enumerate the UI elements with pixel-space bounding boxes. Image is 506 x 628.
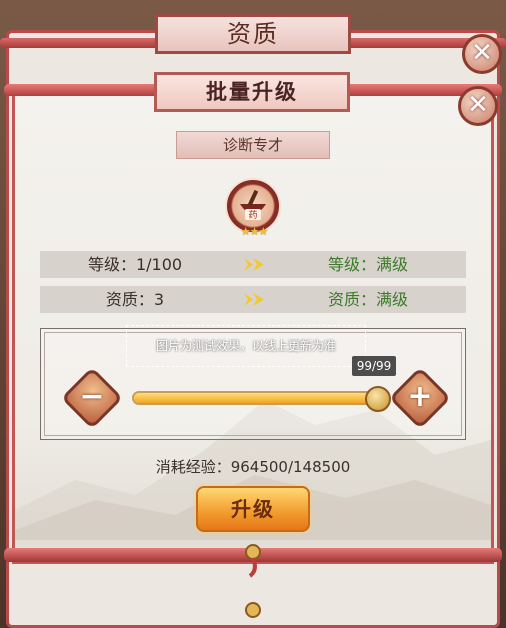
double-arrow-right-icon bbox=[244, 258, 264, 271]
double-arrow-right-icon bbox=[244, 293, 264, 306]
quality-current: 资质：3 bbox=[105, 290, 165, 309]
close-button[interactable]: ✕ bbox=[458, 86, 498, 126]
quality-target: 资质：满级 bbox=[327, 290, 408, 309]
level-target: 等级：满级 bbox=[327, 255, 408, 274]
skill-icon-glyph: 药 bbox=[248, 210, 257, 221]
panel-title: 批量升级 bbox=[154, 72, 350, 112]
back-panel-title: 资质 bbox=[155, 14, 351, 54]
minus-icon: − bbox=[79, 379, 105, 414]
back-close-button[interactable]: ✕ bbox=[462, 34, 502, 74]
quantity-count: 99/99 bbox=[352, 356, 396, 376]
quantity-slider-fill bbox=[134, 393, 376, 403]
test-watermark-note: 图片为测试效果，以线上更新为准 bbox=[126, 325, 366, 367]
scroll-ornament-icon bbox=[245, 602, 261, 618]
upgrade-button[interactable]: 升级 bbox=[196, 486, 310, 532]
quantity-slider-track[interactable] bbox=[132, 391, 378, 405]
quantity-slider-handle[interactable] bbox=[365, 386, 391, 412]
level-row: 等级：1/100 等级：满级 bbox=[40, 251, 466, 278]
exp-cost: 消耗经验：964500/148500 bbox=[155, 458, 351, 476]
plus-icon: + bbox=[407, 379, 433, 414]
quality-row: 资质：3 资质：满级 bbox=[40, 286, 466, 313]
scroll-ornament-icon bbox=[245, 544, 261, 578]
level-current: 等级：1/100 bbox=[87, 255, 183, 274]
skill-name: 诊断专才 bbox=[176, 131, 330, 159]
star-rating: ★★★ bbox=[240, 225, 269, 238]
